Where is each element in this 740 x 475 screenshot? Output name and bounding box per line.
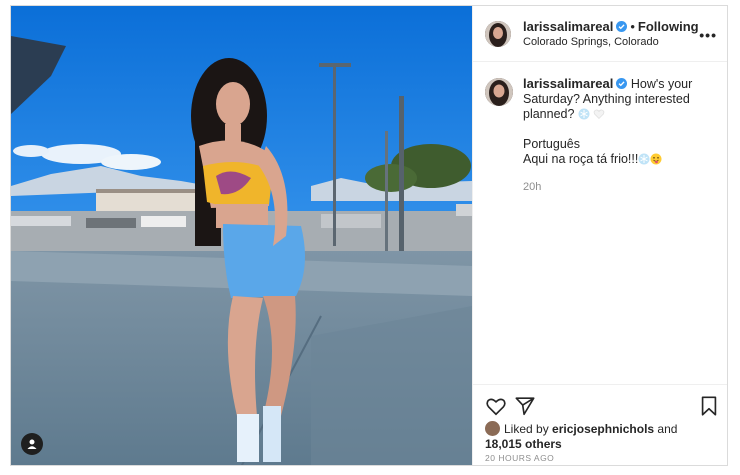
- caption-line-3: Aqui na roça tá frio!!!: [523, 152, 639, 166]
- caption-avatar[interactable]: [485, 78, 513, 106]
- likes-count[interactable]: 18,015 others: [485, 437, 562, 451]
- heart-icon[interactable]: [485, 395, 507, 417]
- verified-badge-icon: [616, 78, 628, 89]
- likes-summary: Liked by ericjosephnichols and 18,015 ot…: [485, 421, 677, 452]
- header-name-row: larissalimareal • Following: [523, 19, 699, 34]
- separator-dot: •: [630, 19, 635, 34]
- post-actions: Liked by ericjosephnichols and 18,015 ot…: [473, 384, 727, 465]
- caption-timestamp[interactable]: 20h: [523, 181, 720, 193]
- avatar-image: [485, 78, 513, 106]
- liked-by-and: and: [657, 422, 678, 436]
- post-caption: larissalimareal How's your Saturday? Any…: [485, 76, 720, 193]
- paper-plane-icon[interactable]: [514, 395, 536, 417]
- author-username[interactable]: larissalimareal: [523, 19, 613, 34]
- post-photo[interactable]: [11, 6, 472, 465]
- post-header: larissalimareal • Following Colorado Sprin…: [473, 6, 727, 62]
- following-button[interactable]: Following: [638, 19, 699, 34]
- caption-line-2: Português: [523, 137, 580, 151]
- caption-text: larissalimareal How's your Saturday? Any…: [523, 76, 720, 167]
- author-avatar[interactable]: [485, 21, 511, 47]
- user-tag-icon: [27, 439, 37, 449]
- instagram-post: larissalimareal • Following Colorado Sprin…: [10, 5, 728, 466]
- avatar-image: [485, 21, 511, 47]
- liked-by-prefix: Liked by: [504, 422, 549, 436]
- tagged-users-button[interactable]: [21, 433, 43, 455]
- photo-scene: [11, 6, 472, 465]
- post-location[interactable]: Colorado Springs, Colorado: [523, 36, 659, 48]
- snowflake-emoji-icon: [638, 153, 650, 165]
- liked-by-user[interactable]: ericjosephnichols: [552, 422, 654, 436]
- more-options-button[interactable]: •••: [699, 27, 717, 43]
- bookmark-icon[interactable]: [698, 395, 720, 417]
- post-time-ago[interactable]: 20 HOURS AGO: [485, 453, 554, 463]
- tongue-face-emoji-icon: [650, 153, 662, 165]
- verified-badge-icon: [616, 21, 628, 32]
- post-side-panel: larissalimareal • Following Colorado Sprin…: [472, 6, 727, 465]
- liker-avatar[interactable]: [485, 421, 500, 436]
- caption-username[interactable]: larissalimareal: [523, 76, 613, 91]
- snowflake-emoji-icon: [578, 108, 590, 120]
- white-heart-emoji-icon: [594, 109, 605, 119]
